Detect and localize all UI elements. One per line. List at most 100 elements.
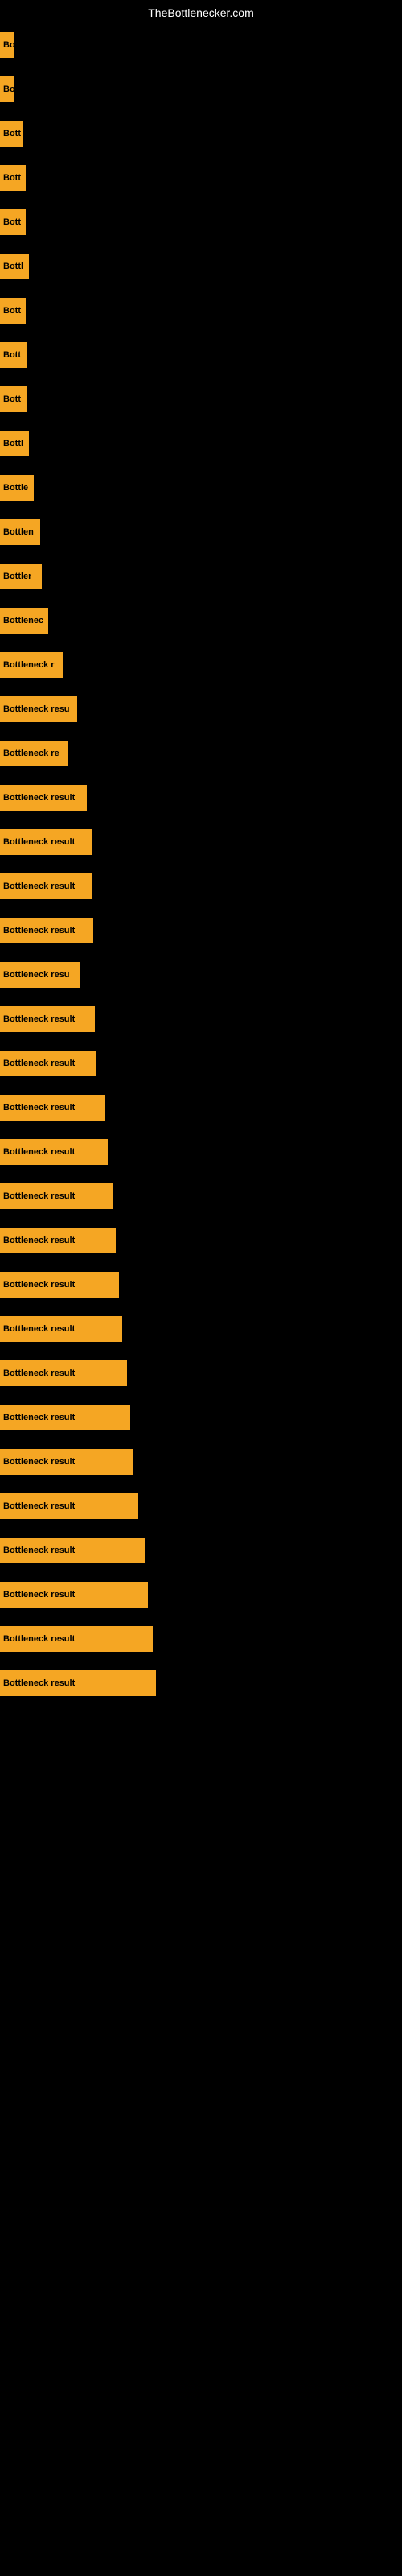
- bar-row: Bottleneck result: [0, 1307, 402, 1351]
- bar-label: Bottleneck result: [3, 1678, 75, 1688]
- bar-label: Bottlen: [3, 527, 34, 537]
- bar-item: Bott: [0, 121, 23, 147]
- bar-item: Bottleneck result: [0, 1405, 130, 1430]
- bar-row: Bott: [0, 200, 402, 244]
- bar-label: Bottleneck result: [3, 1634, 75, 1644]
- bar-item: Bottleneck result: [0, 1139, 108, 1165]
- bar-label: Bottlenec: [3, 616, 43, 625]
- bar-label: Bott: [3, 217, 21, 227]
- bar-row: Bottleneck result: [0, 1395, 402, 1439]
- bar-row: Bottlen: [0, 510, 402, 554]
- bar-item: Bott: [0, 165, 26, 191]
- bar-row: Bottleneck result: [0, 1616, 402, 1661]
- bar-item: Bottleneck result: [0, 1183, 113, 1209]
- bar-item: Bottler: [0, 564, 42, 589]
- site-title: TheBottlenecker.com: [0, 0, 402, 23]
- bar-item: Bottleneck result: [0, 1626, 153, 1652]
- bar-item: Bottleneck result: [0, 1006, 95, 1032]
- bar-label: Bottleneck result: [3, 1368, 75, 1378]
- bar-row: Bottleneck resu: [0, 687, 402, 731]
- bar-row: Bottleneck r: [0, 642, 402, 687]
- bar-label: Bottler: [3, 572, 31, 581]
- bar-item: Bottle: [0, 475, 34, 501]
- bar-label: Bott: [3, 173, 21, 183]
- bar-item: Bottleneck result: [0, 1095, 105, 1121]
- bar-item: Bottlen: [0, 519, 40, 545]
- bar-row: Bottleneck result: [0, 997, 402, 1041]
- bar-label: Bottleneck result: [3, 837, 75, 847]
- bar-item: Bottleneck result: [0, 1272, 119, 1298]
- bar-label: Bott: [3, 394, 21, 404]
- bar-item: Bottleneck result: [0, 1316, 122, 1342]
- bar-row: Bottleneck result: [0, 819, 402, 864]
- bar-row: Bott: [0, 288, 402, 332]
- bar-row: Bottleneck result: [0, 775, 402, 819]
- bar-row: Bottleneck result: [0, 1174, 402, 1218]
- bar-label: Bott: [3, 306, 21, 316]
- bar-row: Bo: [0, 67, 402, 111]
- bar-label: Bottleneck result: [3, 1457, 75, 1467]
- bar-label: Bottleneck result: [3, 1324, 75, 1334]
- bar-label: Bottleneck result: [3, 1191, 75, 1201]
- bar-row: Bottleneck result: [0, 1484, 402, 1528]
- bar-item: Bottlenec: [0, 608, 48, 634]
- bar-label: Bo: [3, 40, 14, 50]
- bar-item: Bottleneck result: [0, 1582, 148, 1608]
- bar-label: Bottleneck result: [3, 1103, 75, 1113]
- bar-row: Bottleneck result: [0, 864, 402, 908]
- bar-row: Bottler: [0, 554, 402, 598]
- bar-item: Bottleneck result: [0, 1449, 133, 1475]
- bar-label: Bottleneck result: [3, 1590, 75, 1600]
- bar-label: Bottleneck result: [3, 1147, 75, 1157]
- bar-label: Bottl: [3, 439, 23, 448]
- bar-row: Bottleneck resu: [0, 952, 402, 997]
- bar-item: Bottleneck re: [0, 741, 68, 766]
- bar-item: Bottl: [0, 431, 29, 456]
- bar-row: Bott: [0, 111, 402, 155]
- bar-item: Bottleneck result: [0, 785, 87, 811]
- bar-label: Bottl: [3, 262, 23, 271]
- bar-label: Bottleneck result: [3, 1413, 75, 1422]
- bar-label: Bottleneck result: [3, 926, 75, 935]
- bar-label: Bott: [3, 129, 21, 138]
- bar-item: Bo: [0, 76, 14, 102]
- bar-label: Bottleneck result: [3, 881, 75, 891]
- bar-item: Bottleneck result: [0, 873, 92, 899]
- bar-row: Bottl: [0, 244, 402, 288]
- bar-label: Bottleneck result: [3, 1014, 75, 1024]
- bar-label: Bottle: [3, 483, 28, 493]
- bar-row: Bottleneck result: [0, 1572, 402, 1616]
- bar-row: Bottleneck result: [0, 908, 402, 952]
- bar-item: Bottleneck result: [0, 1051, 96, 1076]
- bar-row: Bottleneck result: [0, 1351, 402, 1395]
- bar-label: Bottleneck resu: [3, 704, 70, 714]
- bar-item: Bott: [0, 209, 26, 235]
- bars-container: Bo Bo Bott Bott Bott Bottl Bott Bott Bott Bottl Bo…: [0, 23, 402, 1705]
- bar-row: Bottleneck result: [0, 1085, 402, 1129]
- bar-row: Bottleneck re: [0, 731, 402, 775]
- bar-label: Bott: [3, 350, 21, 360]
- bar-item: Bottleneck result: [0, 1228, 116, 1253]
- bar-row: Bottlenec: [0, 598, 402, 642]
- bar-item: Bottleneck result: [0, 918, 93, 943]
- bar-row: Bottl: [0, 421, 402, 465]
- bar-item: Bottleneck resu: [0, 696, 77, 722]
- bar-row: Bottleneck result: [0, 1218, 402, 1262]
- bar-item: Bottleneck result: [0, 1670, 156, 1696]
- bar-row: Bott: [0, 155, 402, 200]
- bar-row: Bottle: [0, 465, 402, 510]
- bar-label: Bottleneck result: [3, 1236, 75, 1245]
- bar-row: Bo: [0, 23, 402, 67]
- bar-row: Bottleneck result: [0, 1661, 402, 1705]
- bar-label: Bottleneck result: [3, 1280, 75, 1290]
- bar-label: Bottleneck resu: [3, 970, 70, 980]
- bar-item: Bottleneck r: [0, 652, 63, 678]
- bar-label: Bottleneck result: [3, 1501, 75, 1511]
- bar-item: Bottleneck result: [0, 1538, 145, 1563]
- bar-label: Bottleneck re: [3, 749, 59, 758]
- bar-label: Bottleneck result: [3, 1059, 75, 1068]
- bar-label: Bottleneck result: [3, 793, 75, 803]
- bar-item: Bottl: [0, 254, 29, 279]
- bar-item: Bottleneck result: [0, 1360, 127, 1386]
- bar-row: Bottleneck result: [0, 1439, 402, 1484]
